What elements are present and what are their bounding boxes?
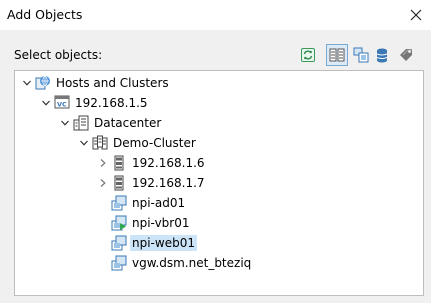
chevron-right-icon[interactable] xyxy=(97,157,109,169)
cluster-icon xyxy=(92,135,108,151)
chevron-down-icon[interactable] xyxy=(59,117,71,129)
tree-node[interactable]: Datacenter xyxy=(59,113,359,133)
chevron-down-icon[interactable] xyxy=(40,97,52,109)
tree-node[interactable]: 192.168.1.7 xyxy=(97,173,397,193)
hosts-clusters-view-icon xyxy=(329,48,345,62)
tree-node[interactable]: npi-ad01 xyxy=(97,193,397,213)
vm-running-icon xyxy=(111,215,127,231)
vm-icon xyxy=(111,235,127,251)
tags-view-button[interactable] xyxy=(395,44,417,66)
vm-icon xyxy=(111,195,127,211)
tree-node[interactable]: Demo-Cluster xyxy=(78,133,378,153)
close-button[interactable] xyxy=(402,2,430,28)
refresh-icon xyxy=(301,48,315,62)
tree-node-label: Hosts and Clusters xyxy=(56,76,169,90)
vms-and-templates-view-button[interactable] xyxy=(350,44,372,66)
tree-node[interactable]: 192.168.1.6 xyxy=(97,153,397,173)
chevron-down-icon[interactable] xyxy=(78,137,90,149)
tree-node-label: vgw.dsm.net_bteziq xyxy=(132,256,252,270)
tree-node-label: npi-ad01 xyxy=(132,196,186,210)
select-objects-label: Select objects: xyxy=(14,48,103,62)
title-bar: Add Objects xyxy=(0,0,431,30)
tree-node[interactable]: vgw.dsm.net_bteziq xyxy=(97,253,397,273)
tree-node-label: Demo-Cluster xyxy=(113,136,196,150)
host-icon xyxy=(111,175,127,191)
tree-node[interactable]: VC 192.168.1.5 xyxy=(40,93,340,113)
tree-node[interactable]: Hosts and Clusters xyxy=(21,73,321,93)
window-title: Add Objects xyxy=(7,7,83,22)
vm-icon xyxy=(111,255,127,271)
tree-node[interactable]: npi-web01 xyxy=(97,233,397,253)
chevron-right-icon[interactable] xyxy=(97,177,109,189)
vcenter-icon: VC xyxy=(54,95,70,111)
datastores-view-button[interactable] xyxy=(371,44,393,66)
tree-node-label: npi-vbr01 xyxy=(132,216,190,230)
tree-node[interactable]: npi-vbr01 xyxy=(97,213,397,233)
svg-text:VC: VC xyxy=(57,101,67,109)
hosts-clusters-icon xyxy=(35,75,51,91)
tree-node-label: 192.168.1.6 xyxy=(132,156,205,170)
tree-node-label: 192.168.1.7 xyxy=(132,176,205,190)
tree-node-label: 192.168.1.5 xyxy=(75,96,148,110)
datastore-icon xyxy=(376,48,388,63)
vms-templates-view-icon xyxy=(353,47,369,63)
hosts-and-clusters-view-button[interactable] xyxy=(326,44,348,66)
tree-node-label: npi-web01 xyxy=(130,235,197,251)
tag-icon xyxy=(400,49,412,61)
host-icon xyxy=(111,155,127,171)
chevron-down-icon[interactable] xyxy=(21,77,33,89)
tree-node-label: Datacenter xyxy=(94,116,162,130)
refresh-button[interactable] xyxy=(297,44,319,66)
datacenter-icon xyxy=(73,115,89,131)
close-icon xyxy=(410,9,422,21)
object-tree[interactable]: Hosts and Clusters VC 192.168.1.5 Datacente… xyxy=(14,70,424,296)
